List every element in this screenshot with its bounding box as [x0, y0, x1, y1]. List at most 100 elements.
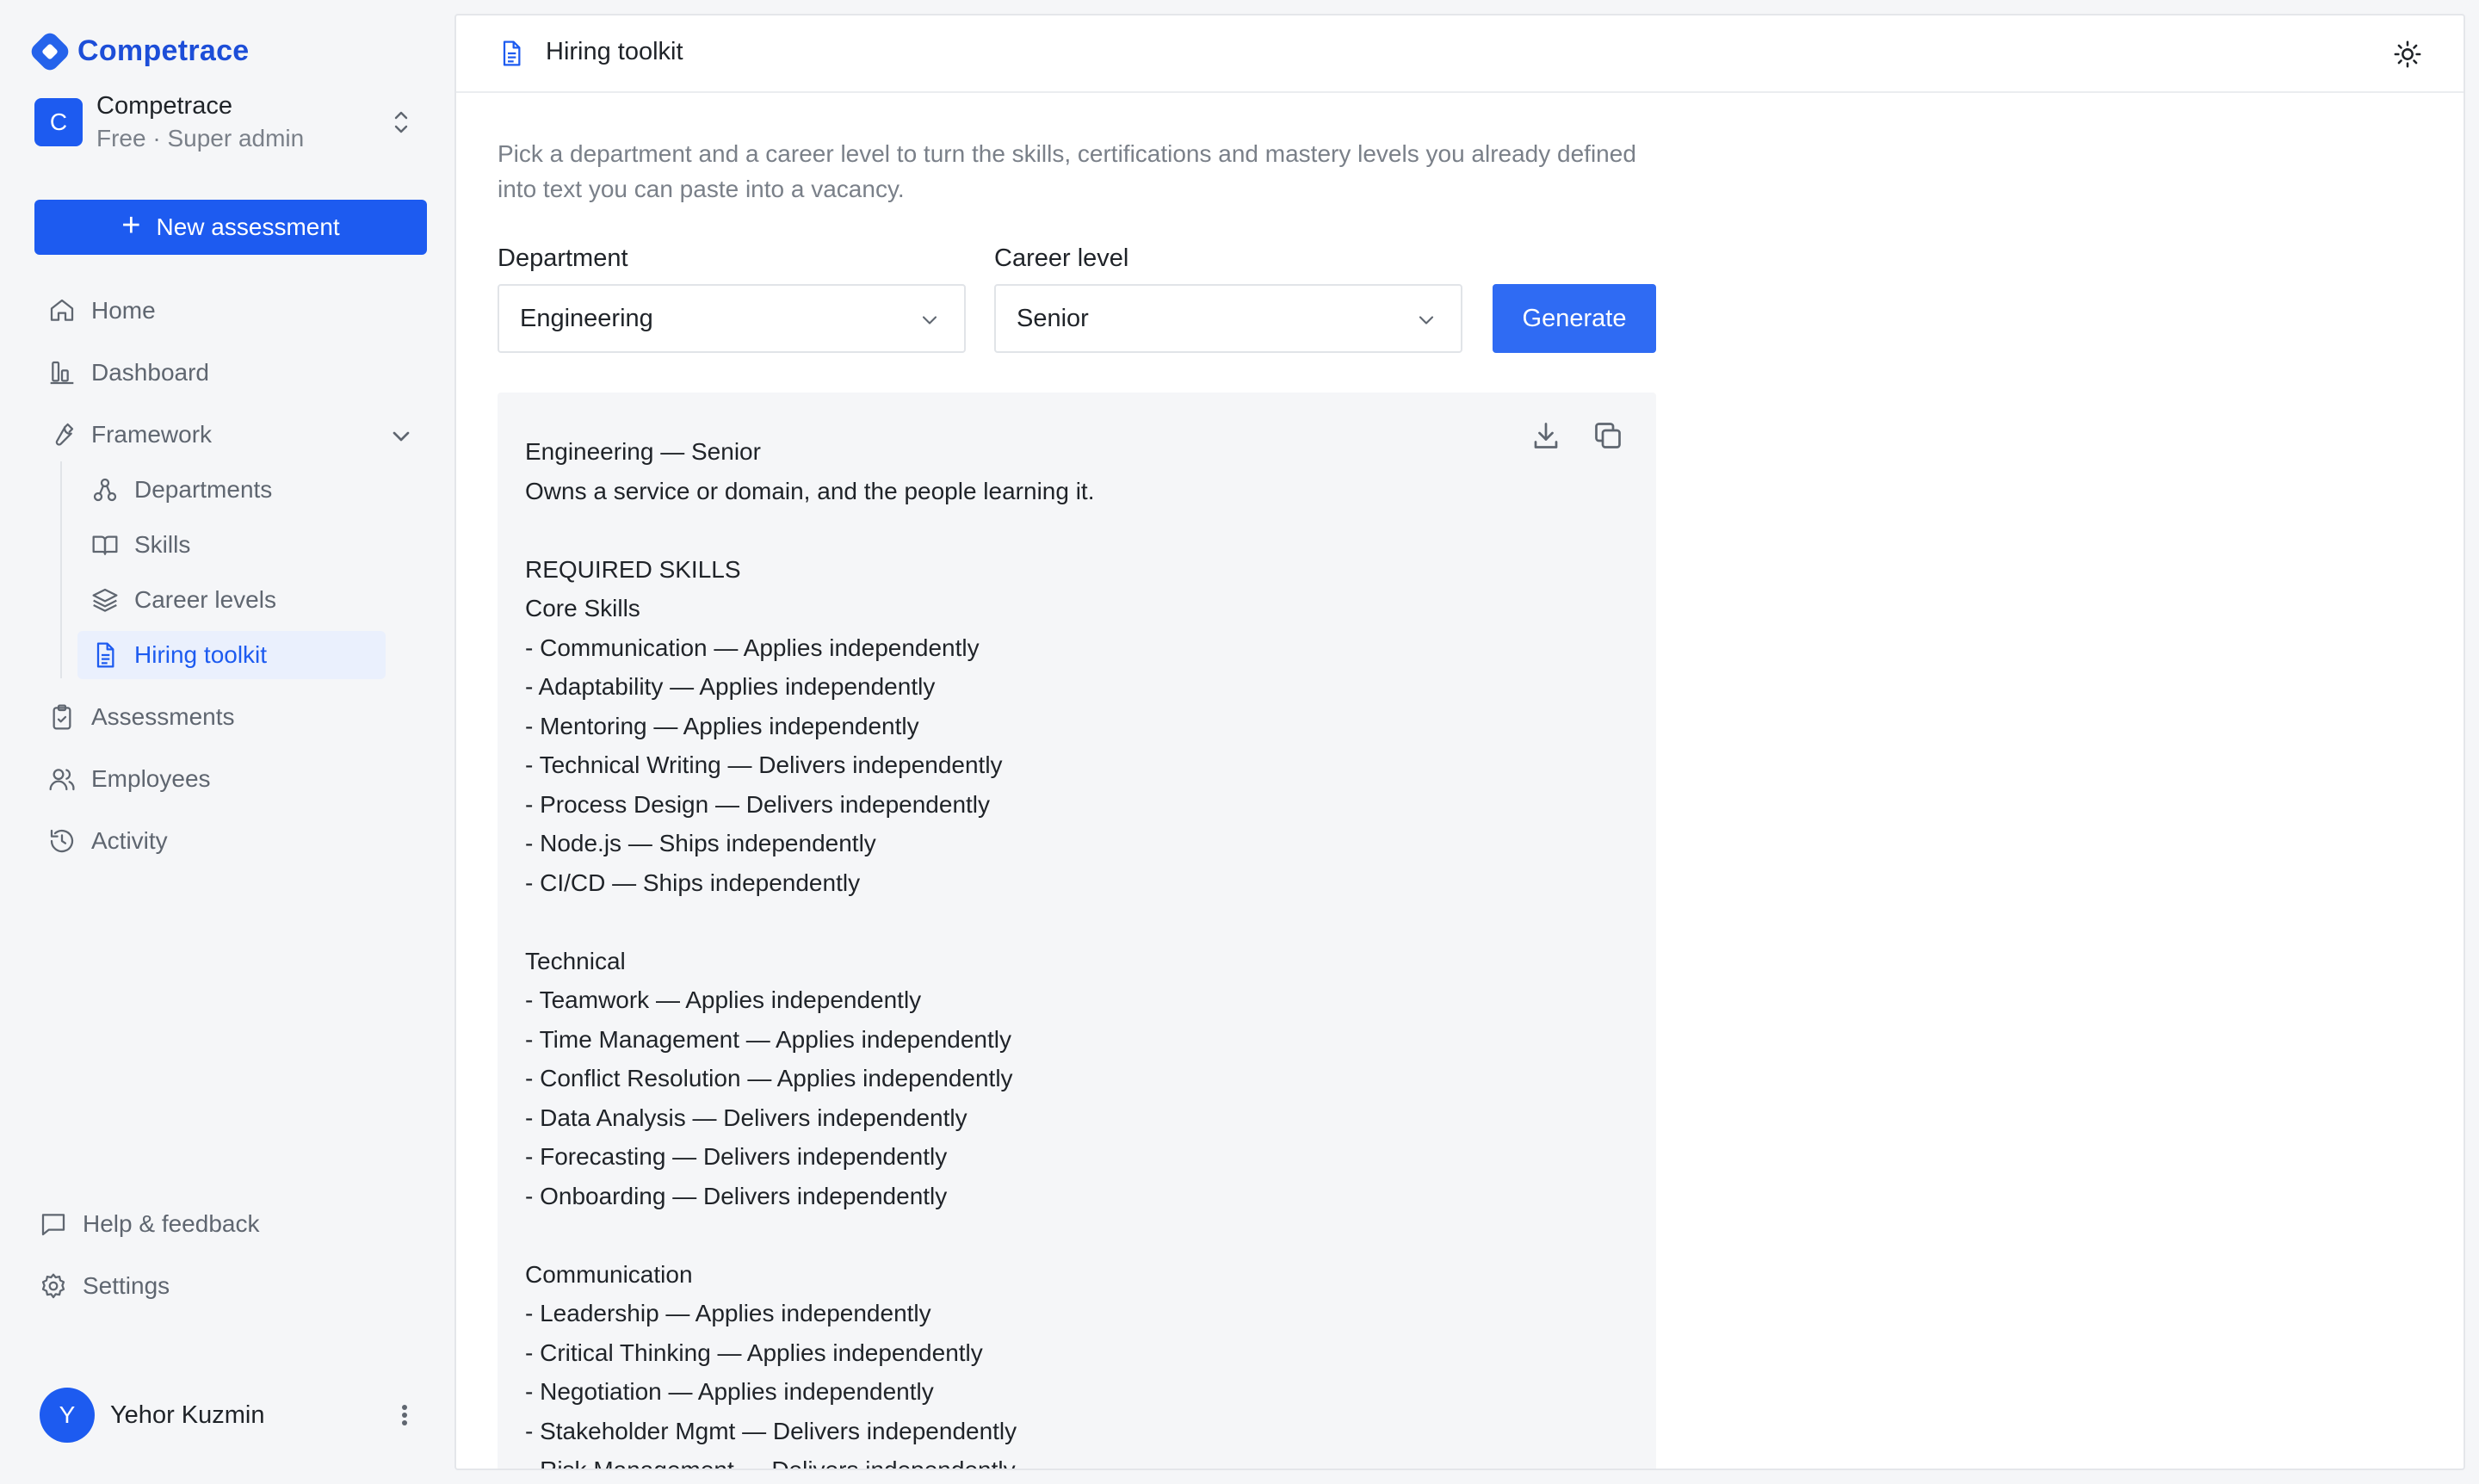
sidebar-item-label: Settings: [83, 1272, 170, 1299]
download-icon[interactable]: [1530, 420, 1561, 451]
output-line: Technical: [525, 947, 626, 974]
chevron-up-down-icon: [394, 111, 408, 133]
users-icon: [49, 769, 75, 791]
career-level-value: Senior: [1017, 304, 1089, 332]
output-line: Core Skills: [525, 595, 640, 621]
sidebar-item-assessments[interactable]: Assessments: [48, 693, 235, 741]
copy-icon[interactable]: [1592, 420, 1623, 451]
output-line: - Technical Writing — Delivers independe…: [525, 751, 1003, 778]
sidebar-item-label: Career levels: [134, 586, 276, 613]
tree-line-divider: [60, 461, 62, 678]
sidebar-item-employees[interactable]: Employees: [48, 755, 211, 803]
output-line: - CI/CD — Ships independently: [525, 869, 861, 896]
gear-icon: [41, 1273, 65, 1299]
output-line: - Stakeholder Mgmt — Delivers independen…: [525, 1417, 1017, 1444]
home-icon: [50, 299, 74, 321]
sidebar-item-label: Help & feedback: [83, 1210, 260, 1237]
output-line: - Onboarding — Delivers independently: [525, 1182, 948, 1209]
user-name: Yehor Kuzmin: [110, 1401, 265, 1429]
output-line: - Leadership — Applies independently: [525, 1300, 931, 1326]
output-line: - Data Analysis — Delivers independently: [525, 1104, 967, 1131]
output-line: - Conflict Resolution — Applies independ…: [525, 1065, 1013, 1091]
generate-button[interactable]: Generate: [1493, 284, 1656, 353]
output-line: REQUIRED SKILLS: [525, 555, 741, 583]
output-blank-line: [525, 902, 1558, 942]
output-line: - Critical Thinking — Applies independen…: [525, 1339, 983, 1366]
main-panel: Hiring toolkit Pick a department and a c…: [454, 14, 2465, 1470]
page-header: Hiring toolkit: [456, 15, 2464, 93]
sidebar-item-settings[interactable]: Settings: [40, 1262, 170, 1310]
sidebar-item-departments[interactable]: Departments: [91, 466, 272, 514]
generated-output: Engineering — Senior Owns a service or do…: [498, 393, 1656, 1469]
chevron-down-icon: [393, 431, 410, 442]
clipboard-icon: [53, 704, 71, 730]
output-line: Communication: [525, 1260, 693, 1288]
department-value: Engineering: [520, 304, 653, 332]
document-icon: [503, 40, 521, 66]
org-plan: Free · Super admin: [96, 125, 305, 151]
brand[interactable]: Competrace: [28, 29, 250, 73]
theme-toggle-sun-icon[interactable]: [2393, 40, 2422, 69]
more-vertical-icon[interactable]: [396, 1401, 413, 1429]
sidebar-item-home[interactable]: Home: [48, 287, 156, 335]
sidebar-item-label: Assessments: [91, 703, 235, 730]
sidebar: Competrace C Competrace Free · Super adm…: [0, 0, 454, 1484]
org-avatar: C: [34, 98, 83, 146]
output-blank-line: [525, 1215, 1558, 1255]
generated-text: Engineering — Senior Owns a service or do…: [525, 432, 1558, 1469]
output-line: - Process Design — Delivers independentl…: [525, 790, 991, 818]
new-assessment-label: New assessment: [156, 213, 340, 240]
output-line: Owns a service or domain, and the people…: [525, 477, 1095, 504]
career-level-label: Career level: [994, 244, 1129, 272]
output-line: - Teamwork — Applies independently: [525, 986, 922, 1013]
chevron-down-icon: [922, 316, 937, 325]
sidebar-item-help-feedback[interactable]: Help & feedback: [40, 1200, 259, 1248]
output-line: Engineering — Senior: [525, 438, 761, 465]
plus-icon: +: [121, 207, 141, 244]
history-icon: [50, 829, 74, 853]
output-line: - Node.js — Ships independently: [525, 830, 876, 856]
sidebar-item-label: Skills: [134, 531, 191, 558]
brand-logo-icon: [28, 29, 72, 73]
sidebar-item-dashboard[interactable]: Dashboard: [48, 349, 209, 397]
org-info: Competrace Free · Super admin: [96, 90, 304, 155]
sidebar-item-activity[interactable]: Activity: [48, 817, 168, 865]
org-switcher[interactable]: C Competrace Free · Super admin: [34, 90, 423, 155]
sidebar-item-label: Hiring toolkit: [134, 641, 268, 668]
output-line: - Mentoring — Applies independently: [525, 712, 919, 739]
intro-text: Pick a department and a career level to …: [498, 140, 1636, 202]
app: Competrace C Competrace Free · Super adm…: [0, 0, 2479, 1484]
sidebar-item-label: Departments: [134, 476, 273, 503]
output-line: - Adaptability — Applies independently: [525, 673, 936, 700]
sidebar-item-hiring-toolkit[interactable]: Hiring toolkit: [77, 631, 386, 679]
sidebar-item-label: Activity: [91, 827, 168, 854]
career-level-select[interactable]: Senior: [994, 284, 1462, 353]
brand-name: Competrace: [77, 34, 250, 67]
bar-chart-icon: [50, 361, 74, 385]
sidebar-item-label: Dashboard: [91, 359, 209, 386]
org-name: Competrace: [96, 92, 232, 120]
department-select[interactable]: Engineering: [498, 284, 966, 353]
output-blank-line: [525, 510, 1558, 550]
sidebar-item-career-levels[interactable]: Career levels: [91, 576, 276, 624]
wrench-icon: [55, 423, 74, 446]
output-line: - Communication — Applies independently: [525, 634, 980, 661]
new-assessment-button[interactable]: + New assessment: [34, 200, 427, 255]
department-label: Department: [498, 244, 628, 272]
sidebar-item-label: Employees: [91, 765, 211, 792]
output-line: - Time Management — Applies independentl…: [525, 1025, 1011, 1053]
sidebar-item-label: Home: [91, 297, 156, 324]
chevron-down-icon: [1419, 316, 1434, 325]
avatar: Y: [40, 1388, 95, 1443]
book-icon: [92, 535, 118, 555]
sidebar-item-framework[interactable]: Framework: [48, 411, 415, 459]
message-icon: [41, 1214, 65, 1236]
sidebar-item-skills[interactable]: Skills: [91, 521, 190, 569]
output-line: - Negotiation — Applies independently: [525, 1378, 934, 1405]
hierarchy-icon: [93, 478, 117, 502]
output-line: - Forecasting — Delivers independently: [525, 1143, 948, 1170]
layers-icon: [92, 588, 118, 612]
sidebar-item-label: Framework: [91, 421, 213, 448]
user-menu[interactable]: Y Yehor Kuzmin: [40, 1388, 413, 1443]
page-title: Hiring toolkit: [546, 38, 683, 65]
